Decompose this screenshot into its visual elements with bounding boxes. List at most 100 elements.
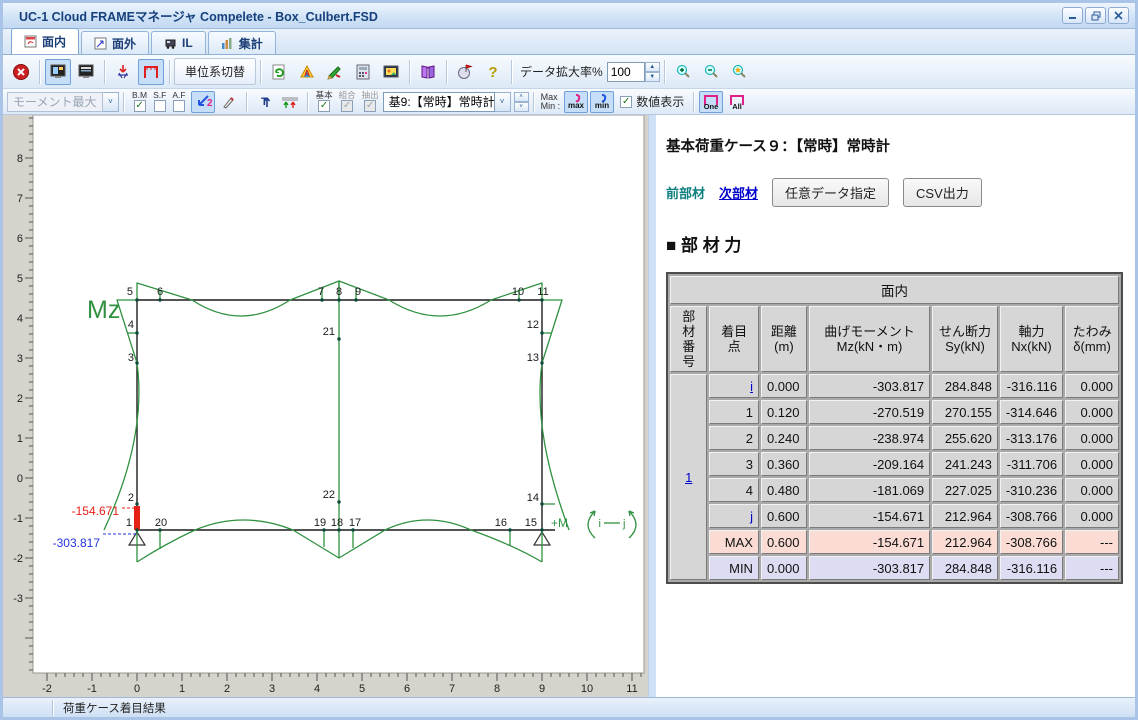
zoom-in-icon[interactable] [670, 59, 696, 85]
restore-button[interactable] [1085, 7, 1106, 24]
svg-text:Mz: Mz [87, 296, 120, 324]
basic-checkbox[interactable] [318, 100, 330, 112]
prev-step-icon[interactable]: 2 [191, 91, 215, 113]
svg-text:11: 11 [626, 683, 637, 695]
result-screen-icon[interactable] [45, 59, 71, 85]
frame-display-icon[interactable] [138, 59, 164, 85]
node-number-label: 2 [128, 492, 134, 504]
chevron-down-icon[interactable]: ˅ [495, 92, 511, 112]
load-case-select[interactable]: 基9:【常時】常時計 ˅ [383, 92, 511, 112]
zoom-out-icon[interactable] [698, 59, 724, 85]
print-preview-icon[interactable] [73, 59, 99, 85]
csv-export-button[interactable]: CSV出力 [903, 178, 982, 207]
panel-splitter[interactable] [648, 115, 656, 697]
member-number-link[interactable]: 1 [685, 470, 692, 485]
cell-distance: 0.360 [761, 452, 807, 476]
tab-label: IL [182, 36, 193, 50]
tab-il[interactable]: IL [151, 31, 206, 54]
node-number-label: 3 [128, 352, 134, 364]
draw-settings-icon[interactable] [322, 59, 348, 85]
case-up-button[interactable]: ˄ [514, 92, 529, 102]
node-number-label: 7 [318, 286, 324, 298]
cell-axial: -308.766 [1000, 530, 1063, 554]
tab-label: 集計 [239, 35, 263, 52]
point-link[interactable]: i [750, 379, 753, 394]
svg-text:3: 3 [269, 683, 275, 695]
svg-text:1: 1 [179, 683, 185, 695]
cell-axial: -316.116 [1000, 374, 1063, 398]
report-book-icon[interactable] [415, 59, 441, 85]
member-number-cell: 1 [670, 374, 707, 580]
cell-point: MIN [709, 556, 759, 580]
node-dot [540, 361, 543, 364]
case-down-button[interactable]: ˅ [514, 102, 529, 112]
reload-data-icon[interactable] [266, 59, 292, 85]
status-bar: 荷重ケース着目結果 [3, 697, 1135, 717]
help-icon[interactable]: ? [480, 59, 506, 85]
node-number-label: 12 [527, 319, 539, 331]
unit-switch-button[interactable]: 単位系切替 [174, 58, 256, 85]
diagram-panel[interactable]: -2-101234567891011876543210-1-2-3 [3, 115, 648, 697]
bm-checkbox[interactable] [134, 100, 146, 112]
svg-text:0: 0 [17, 473, 23, 485]
cell-distance: 0.600 [761, 530, 807, 554]
svg-text:5: 5 [17, 273, 23, 285]
table-group-header: 面内 [670, 276, 1119, 304]
arbitrary-data-button[interactable]: 任意データ指定 [772, 178, 889, 207]
cell-shear: 212.964 [932, 504, 998, 528]
exit-icon[interactable] [8, 59, 34, 85]
member-force-section-title: ■ 部 材 力 [666, 231, 1123, 256]
show-max-icon[interactable]: max [564, 91, 588, 113]
moment-diagram-canvas[interactable]: -2-101234567891011876543210-1-2-3 [3, 115, 648, 697]
scale-down-button[interactable]: ▼ [645, 72, 660, 82]
guide-icon[interactable] [452, 59, 478, 85]
tab-in-plane[interactable]: 面内 [11, 28, 79, 54]
cell-distance: 0.600 [761, 504, 807, 528]
numeric-display-toggle[interactable]: 数値表示 [620, 93, 684, 110]
node-dot [517, 298, 520, 301]
screen-capture-icon[interactable] [378, 59, 404, 85]
node-dot [135, 331, 138, 334]
svg-text:8: 8 [494, 683, 500, 695]
extract-checkbox[interactable] [364, 100, 376, 112]
all-frames-icon[interactable]: All [725, 91, 749, 113]
scale-up-button[interactable]: ▲ [645, 62, 660, 72]
svg-text:4: 4 [17, 313, 23, 325]
point-link[interactable]: j [750, 509, 753, 524]
col-bending-moment: 曲げモーメントMz(kN・m) [809, 306, 930, 372]
data-scale-input[interactable] [607, 62, 645, 82]
prev-member-link[interactable]: 前部材 [666, 183, 705, 202]
cell-deflection: 0.000 [1065, 478, 1119, 502]
sf-checkbox[interactable] [154, 100, 166, 112]
data-scale-spinbox: ▲▼ [607, 62, 660, 82]
next-member-link[interactable]: 次部材 [719, 183, 758, 202]
svg-text:min: min [595, 101, 609, 110]
cell-point: 1 [709, 400, 759, 424]
tab-summary[interactable]: 集計 [208, 31, 276, 54]
reaction-icon[interactable]: T [252, 91, 276, 113]
combine-checkbox[interactable] [341, 100, 353, 112]
data-scale-label: データ拡大率% [520, 63, 603, 80]
zoom-reset-icon[interactable] [726, 59, 752, 85]
cell-point: MAX [709, 530, 759, 554]
pick-member-icon[interactable] [217, 91, 241, 113]
node-dot [508, 528, 511, 531]
numeric-display-checkbox[interactable] [620, 96, 632, 108]
minimize-button[interactable] [1062, 7, 1083, 24]
chevron-down-icon[interactable]: ˅ [103, 92, 119, 112]
tab-out-of-plane[interactable]: 面外 [81, 31, 149, 54]
cell-moment: -303.817 [809, 374, 930, 398]
cell-deflection: 0.000 [1065, 426, 1119, 450]
show-min-icon[interactable]: min [590, 91, 614, 113]
cell-shear: 270.155 [932, 400, 998, 424]
cell-point: j [709, 504, 759, 528]
load-step-icon[interactable] [110, 59, 136, 85]
display-settings-icon[interactable]: A [294, 59, 320, 85]
af-checkbox[interactable] [173, 100, 185, 112]
cell-point: 2 [709, 426, 759, 450]
calculator-icon[interactable] [350, 59, 376, 85]
close-button[interactable] [1108, 7, 1129, 24]
support-display-icon[interactable] [278, 91, 302, 113]
one-frame-icon[interactable]: One [699, 91, 723, 113]
svg-text:8: 8 [17, 153, 23, 165]
